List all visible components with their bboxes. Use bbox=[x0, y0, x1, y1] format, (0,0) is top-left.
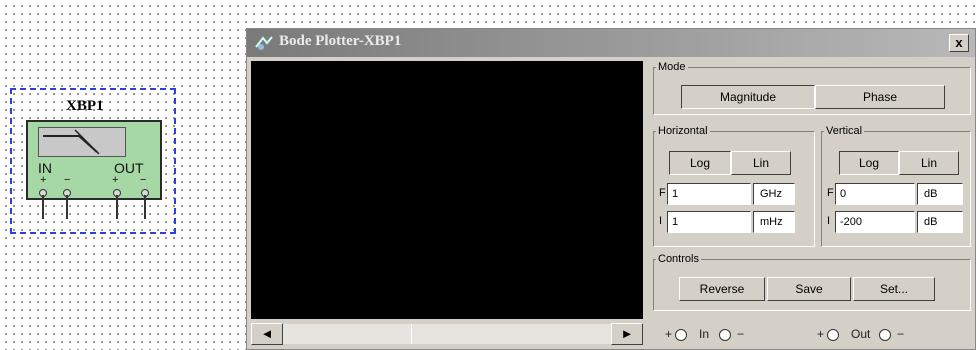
app-icon bbox=[255, 36, 273, 50]
vertical-initial-label: I bbox=[827, 215, 831, 227]
phase-button[interactable]: Phase bbox=[815, 85, 945, 109]
component-name: XBP1 bbox=[66, 98, 104, 114]
vertical-final-input[interactable]: 0 bbox=[835, 183, 915, 205]
reverse-button[interactable]: Reverse bbox=[679, 277, 765, 301]
vertical-final-label: F bbox=[827, 187, 834, 199]
scroll-track[interactable] bbox=[283, 324, 611, 344]
vertical-log-button[interactable]: Log bbox=[839, 151, 899, 175]
scroll-right-arrow-icon[interactable]: ► bbox=[611, 323, 643, 345]
out-plus-lead bbox=[116, 195, 118, 219]
vertical-final-unit[interactable]: dB bbox=[917, 183, 963, 205]
horizontal-initial-label: I bbox=[659, 215, 663, 227]
in-minus-terminal-connector[interactable] bbox=[719, 329, 731, 341]
filter-response-icon bbox=[38, 127, 126, 157]
in-plus-terminal-connector[interactable] bbox=[675, 329, 687, 341]
horizontal-log-button[interactable]: Log bbox=[669, 151, 731, 175]
horizontal-final-label: F bbox=[659, 187, 666, 199]
vertical-legend: Vertical bbox=[826, 125, 863, 137]
vertical-initial-input[interactable]: -200 bbox=[835, 211, 915, 233]
bode-plotter-component[interactable]: XBP1 IN OUT + − + − bbox=[10, 88, 176, 234]
in-plus-terminal-label: + bbox=[665, 327, 673, 341]
out-minus-terminal-connector[interactable] bbox=[879, 329, 891, 341]
out-plus-label: + bbox=[112, 174, 119, 186]
horizontal-lin-button[interactable]: Lin bbox=[731, 151, 791, 175]
vertical-initial-unit[interactable]: dB bbox=[917, 211, 963, 233]
save-button[interactable]: Save bbox=[767, 277, 851, 301]
horizontal-scrollbar[interactable]: ◄ ► bbox=[251, 323, 643, 345]
horizontal-initial-input[interactable]: 1 bbox=[667, 211, 751, 233]
close-button[interactable]: x bbox=[949, 34, 969, 52]
in-minus-terminal-label: − bbox=[737, 327, 745, 341]
out-minus-terminal-label: − bbox=[897, 327, 905, 341]
out-minus-lead bbox=[144, 195, 146, 219]
out-plus-terminal-connector[interactable] bbox=[827, 329, 839, 341]
scroll-left-arrow-icon[interactable]: ◄ bbox=[251, 323, 283, 345]
in-minus-lead bbox=[66, 195, 68, 219]
set-button[interactable]: Set... bbox=[853, 277, 935, 301]
scroll-thumb[interactable] bbox=[411, 324, 412, 344]
horizontal-final-unit[interactable]: GHz bbox=[753, 183, 795, 205]
in-plus-lead bbox=[42, 195, 44, 219]
out-plus-terminal-label: + bbox=[817, 327, 825, 341]
in-terminal-label: In bbox=[699, 327, 710, 341]
window-title: Bode Plotter-XBP1 bbox=[279, 33, 402, 49]
horizontal-initial-unit[interactable]: mHz bbox=[753, 211, 795, 233]
out-terminal-label: Out bbox=[851, 327, 871, 341]
vertical-lin-button[interactable]: Lin bbox=[899, 151, 959, 175]
horizontal-legend: Horizontal bbox=[658, 125, 708, 137]
in-plus-label: + bbox=[40, 174, 47, 186]
magnitude-button[interactable]: Magnitude bbox=[681, 85, 815, 109]
in-minus-label: − bbox=[64, 174, 71, 186]
out-minus-label: − bbox=[140, 174, 147, 186]
controls-legend: Controls bbox=[658, 253, 699, 265]
plot-display[interactable] bbox=[251, 61, 643, 319]
component-body[interactable]: IN OUT + − + − bbox=[26, 120, 162, 200]
mode-legend: Mode bbox=[658, 61, 686, 73]
title-bar[interactable]: Bode Plotter-XBP1 x bbox=[247, 29, 975, 57]
horizontal-final-input[interactable]: 1 bbox=[667, 183, 751, 205]
bode-plotter-window[interactable]: Bode Plotter-XBP1 x ◄ ► Mode Magnitude P… bbox=[246, 28, 976, 350]
